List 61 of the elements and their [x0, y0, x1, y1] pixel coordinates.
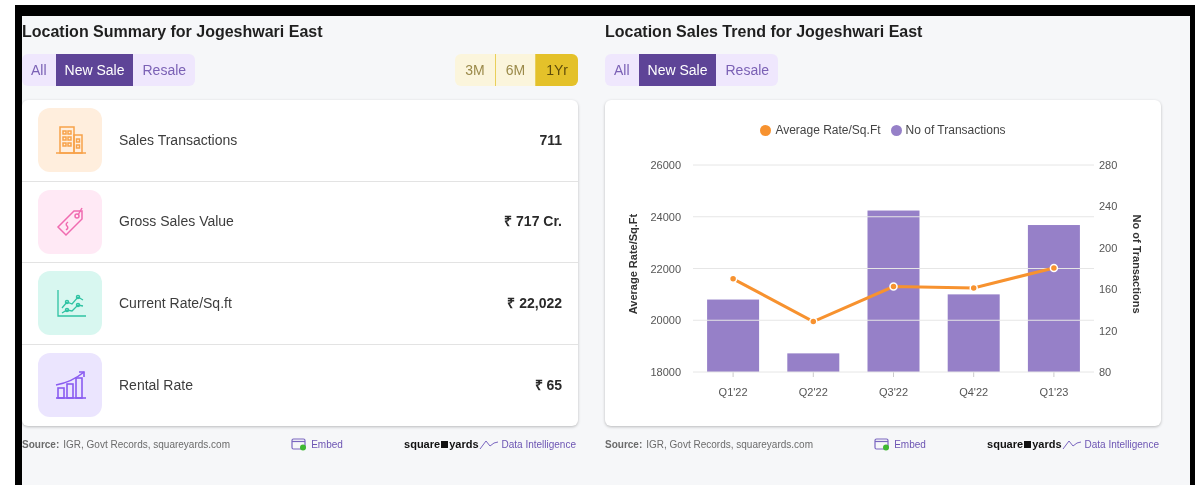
embed-icon: [291, 437, 308, 451]
tick-label: 80: [1099, 366, 1112, 378]
filter-tab[interactable]: All: [605, 54, 639, 86]
metric-label: Current Rate/Sq.ft: [119, 293, 232, 313]
tick-label: 200: [1099, 241, 1118, 254]
data-point: [728, 274, 738, 284]
source-label: Source:: [605, 437, 643, 452]
trend-line-icon: [478, 438, 499, 450]
metric-value: ₹ 65: [534, 375, 562, 395]
tick-label: 120: [1099, 324, 1118, 337]
period-tab[interactable]: 3M: [455, 54, 495, 86]
axis-label: Q2'22: [798, 386, 828, 398]
axis-title: Average Rate/Sq.Ft: [627, 213, 639, 315]
axis-label: Q1'22: [718, 386, 748, 398]
square-icon: [1024, 440, 1032, 448]
brand-text: square: [987, 436, 1024, 452]
metric-value: ₹ 22,022: [507, 293, 562, 313]
brand-text: square: [404, 436, 441, 452]
data-point: [809, 317, 818, 326]
trend-line-icon: [1061, 438, 1082, 450]
section-title: Location Summary for Jogeshwari East: [22, 22, 324, 42]
tick-label: 240: [1099, 200, 1118, 213]
axis-label: Q3'22: [879, 386, 908, 398]
embed-icon: [874, 437, 891, 451]
tick-label: 26000: [650, 159, 681, 171]
brand-text: yards: [449, 436, 479, 452]
filter-tab[interactable]: Resale: [716, 54, 779, 86]
axis-label: Q1'23: [1039, 386, 1069, 398]
legend-label[interactable]: No of Transactions: [905, 121, 1006, 139]
metric-value: 711: [539, 130, 562, 150]
tick-label: 22000: [650, 262, 681, 275]
filter-tab[interactable]: Resale: [133, 54, 196, 86]
tick-label: 24000: [650, 210, 681, 223]
square-icon: [441, 440, 449, 448]
legend-label[interactable]: Average Rate/Sq.Ft: [775, 121, 881, 139]
data-point: [969, 283, 978, 293]
tick-label: 18000: [650, 366, 681, 378]
tick-label: 280: [1099, 159, 1118, 171]
data-point: [1049, 263, 1059, 273]
brand-tagline: Data Intelligence: [501, 437, 576, 452]
axis-label: Q4'22: [959, 386, 989, 398]
section-title: Location Sales Trend for Jogeshwari East: [605, 22, 924, 42]
filter-tab[interactable]: New Sale: [638, 54, 717, 86]
brand-text: yards: [1032, 436, 1062, 452]
metric-label: Sales Transactions: [119, 130, 238, 150]
embed-link[interactable]: Embed: [291, 436, 343, 452]
source-text: IGR, Govt Records, squareyards.com: [63, 437, 230, 452]
tick-label: 20000: [650, 314, 681, 327]
source-text: IGR, Govt Records, squareyards.com: [646, 437, 813, 452]
filter-tab[interactable]: All: [22, 54, 56, 86]
data-point: [889, 282, 898, 291]
metric-label: Rental Rate: [119, 375, 193, 395]
tick-label: 160: [1099, 283, 1118, 296]
brand-tagline: Data Intelligence: [1084, 437, 1159, 452]
filter-tab[interactable]: New Sale: [55, 54, 134, 86]
metric-value: ₹ 717 Cr.: [504, 212, 562, 232]
metric-label: Gross Sales Value: [119, 212, 234, 232]
embed-link[interactable]: Embed: [874, 436, 926, 452]
source-label: Source:: [22, 437, 60, 452]
axis-title: No of Transactions: [1131, 214, 1143, 314]
period-tab[interactable]: 1Yr: [535, 54, 578, 86]
